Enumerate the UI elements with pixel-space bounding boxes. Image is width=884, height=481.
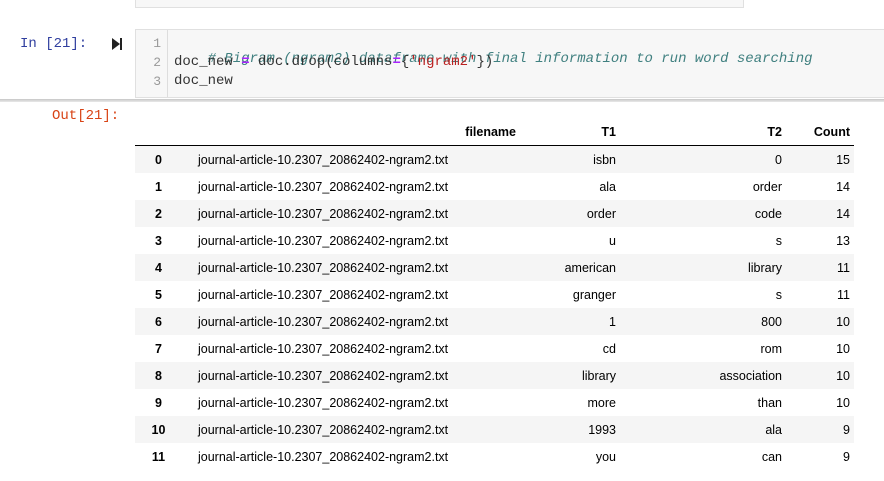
cell-filename: journal-article-10.2307_20862402-ngram2.… bbox=[198, 179, 449, 194]
cell-count: 11 bbox=[837, 287, 850, 302]
line-number: 3 bbox=[153, 74, 161, 89]
cell-t1: american bbox=[564, 260, 616, 275]
row-index: 0 bbox=[155, 152, 162, 167]
cell-t1: 1 bbox=[609, 314, 616, 329]
cell-t2: library bbox=[747, 260, 782, 275]
cell-filename: journal-article-10.2307_20862402-ngram2.… bbox=[198, 206, 449, 221]
table-row: 2 journal-article-10.2307_20862402-ngram2… bbox=[135, 200, 854, 227]
code-string: 'ngram2' bbox=[409, 54, 477, 70]
cell-count: 11 bbox=[837, 260, 850, 275]
row-index: 7 bbox=[155, 341, 162, 356]
row-index: 6 bbox=[155, 314, 162, 329]
line-number-gutter: 1 2 3 bbox=[136, 30, 168, 97]
cell-filename: journal-article-10.2307_20862402-ngram2.… bbox=[198, 422, 449, 437]
cell-t2: ala bbox=[765, 422, 782, 437]
table-row: 11 journal-article-10.2307_20862402-ngram… bbox=[135, 443, 854, 470]
cell-t2: s bbox=[775, 233, 782, 248]
cell-t2: s bbox=[775, 287, 782, 302]
cell-t2: rom bbox=[760, 341, 782, 356]
table-header-row: filename T1 T2 Count bbox=[135, 118, 854, 146]
cell-filename: journal-article-10.2307_20862402-ngram2.… bbox=[198, 233, 449, 248]
cell-count: 9 bbox=[843, 422, 850, 437]
row-index: 1 bbox=[155, 179, 162, 194]
cell-count: 14 bbox=[836, 179, 850, 194]
cell-count: 10 bbox=[836, 395, 850, 410]
cell-filename: journal-article-10.2307_20862402-ngram2.… bbox=[198, 341, 449, 356]
cell-count: 10 bbox=[836, 314, 850, 329]
cell-count: 13 bbox=[836, 233, 850, 248]
cell-count: 14 bbox=[836, 206, 850, 221]
line-number: 1 bbox=[153, 36, 161, 51]
cell-t2: 800 bbox=[761, 314, 782, 329]
dataframe-table: filename T1 T2 Count 0 journal-article-10… bbox=[135, 118, 854, 470]
cell-t2: association bbox=[719, 368, 782, 383]
table-row: 7 journal-article-10.2307_20862402-ngram2… bbox=[135, 335, 854, 362]
column-header-t1: T1 bbox=[516, 118, 616, 146]
column-header-t2: T2 bbox=[616, 118, 790, 146]
table-row: 5 journal-article-10.2307_20862402-ngram2… bbox=[135, 281, 854, 308]
table-row: 9 journal-article-10.2307_20862402-ngram2… bbox=[135, 389, 854, 416]
cell-filename: journal-article-10.2307_20862402-ngram2.… bbox=[198, 368, 449, 383]
output-separator bbox=[0, 99, 884, 102]
table-row: 8 journal-article-10.2307_20862402-ngram2… bbox=[135, 362, 854, 389]
cell-count: 15 bbox=[836, 152, 850, 167]
cell-filename: journal-article-10.2307_20862402-ngram2.… bbox=[198, 287, 449, 302]
row-index: 9 bbox=[155, 395, 162, 410]
cell-filename: journal-article-10.2307_20862402-ngram2.… bbox=[198, 449, 449, 464]
cell-t1: you bbox=[595, 449, 616, 464]
table-row: 3 journal-article-10.2307_20862402-ngram2… bbox=[135, 227, 854, 254]
code-line-3: doc_new bbox=[174, 73, 233, 89]
column-header-filename: filename bbox=[182, 118, 516, 146]
index-header bbox=[135, 118, 182, 146]
run-cell-icon[interactable] bbox=[110, 37, 124, 51]
table-row: 0 journal-article-10.2307_20862402-ngram2… bbox=[135, 145, 854, 173]
row-index: 8 bbox=[155, 368, 162, 383]
row-index: 4 bbox=[155, 260, 162, 275]
table-row: 10 journal-article-10.2307_20862402-ngram… bbox=[135, 416, 854, 443]
cell-t2: than bbox=[757, 395, 782, 410]
cell-filename: journal-article-10.2307_20862402-ngram2.… bbox=[198, 314, 449, 329]
line-number: 2 bbox=[153, 55, 161, 70]
cell-t1: 1993 bbox=[588, 422, 616, 437]
cell-t2: order bbox=[752, 179, 782, 194]
table-row: 4 journal-article-10.2307_20862402-ngram2… bbox=[135, 254, 854, 281]
row-index: 3 bbox=[155, 233, 162, 248]
cell-t1: cd bbox=[602, 341, 616, 356]
cell-t1: isbn bbox=[593, 152, 616, 167]
code-line-2: doc_new = doc.drop(columns={'ngram2'}) bbox=[174, 54, 494, 70]
cell-count: 10 bbox=[836, 341, 850, 356]
cell-t2: code bbox=[754, 206, 782, 221]
cell-t1: library bbox=[581, 368, 616, 383]
table-row: 6 journal-article-10.2307_20862402-ngram2… bbox=[135, 308, 854, 335]
cell-count: 9 bbox=[843, 449, 850, 464]
row-index: 11 bbox=[151, 449, 166, 464]
column-header-count: Count bbox=[790, 118, 854, 146]
cell-filename: journal-article-10.2307_20862402-ngram2.… bbox=[198, 395, 449, 410]
input-prompt: In [21]: bbox=[20, 36, 88, 52]
row-index: 2 bbox=[155, 206, 162, 221]
row-index: 10 bbox=[151, 422, 166, 437]
cell-t2: 0 bbox=[775, 152, 782, 167]
cell-t1: granger bbox=[572, 287, 616, 302]
cell-t1: order bbox=[586, 206, 616, 221]
code-cell[interactable]: 1 2 3 # Bigram (ngram2) dataframe with f… bbox=[135, 29, 884, 98]
previous-cell-bottom bbox=[135, 0, 744, 8]
cell-t2: can bbox=[761, 449, 782, 464]
cell-filename: journal-article-10.2307_20862402-ngram2.… bbox=[198, 152, 449, 167]
output-prompt: Out[21]: bbox=[52, 108, 120, 124]
cell-t1: ala bbox=[599, 179, 616, 194]
cell-filename: journal-article-10.2307_20862402-ngram2.… bbox=[198, 260, 449, 275]
cell-count: 10 bbox=[836, 368, 850, 383]
cell-t1: more bbox=[587, 395, 616, 410]
cell-t1: u bbox=[609, 233, 616, 248]
table-row: 1 journal-article-10.2307_20862402-ngram2… bbox=[135, 173, 854, 200]
row-index: 5 bbox=[155, 287, 162, 302]
